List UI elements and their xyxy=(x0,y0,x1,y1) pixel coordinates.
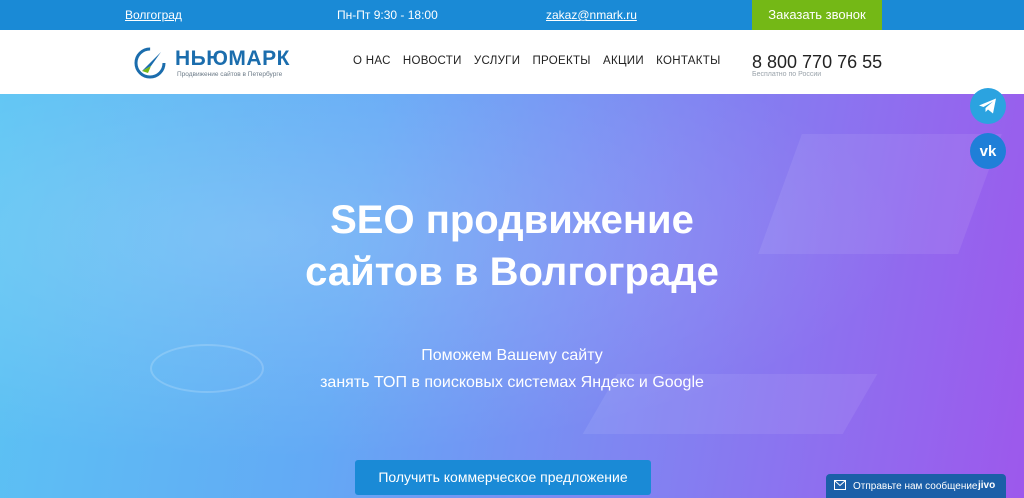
hero-banner: SEO продвижение сайтов в Волгограде Помо… xyxy=(0,94,1024,498)
hero-subtitle: Поможем Вашему сайту занять ТОП в поиско… xyxy=(0,342,1024,396)
logo-name: НЬЮМАРК xyxy=(175,47,290,70)
logo-tagline: Продвижение сайтов в Петербурге xyxy=(177,71,283,78)
vk-button[interactable]: vk xyxy=(970,133,1006,169)
telegram-button[interactable] xyxy=(970,88,1006,124)
hero-subtitle-line: Поможем Вашему сайту xyxy=(421,347,603,364)
hero-title-line: SEO продвижение xyxy=(330,198,694,242)
callback-button[interactable]: Заказать звонок xyxy=(752,0,882,30)
hero-subtitle-line: занять ТОП в поисковых системах Яндекс и… xyxy=(320,374,704,391)
chat-widget[interactable]: Отправьте нам сообщение jivo xyxy=(826,474,1006,498)
hero-title: SEO продвижение сайтов в Волгограде xyxy=(0,194,1024,298)
envelope-icon xyxy=(834,480,846,490)
chat-label: Отправьте нам сообщение xyxy=(853,481,978,492)
nav-contacts[interactable]: КОНТАКТЫ xyxy=(656,55,720,67)
city-selector[interactable]: Волгоград xyxy=(125,8,182,22)
vk-icon: vk xyxy=(980,143,997,160)
nav-news[interactable]: НОВОСТИ xyxy=(403,55,462,67)
chat-brand: jivo xyxy=(978,480,996,491)
logo-icon xyxy=(134,47,166,79)
nav-services[interactable]: УСЛУГИ xyxy=(474,55,520,67)
svg-text:vk: vk xyxy=(980,143,997,160)
logo[interactable]: НЬЮМАРК Продвижение сайтов в Петербурге xyxy=(133,44,313,84)
email-link[interactable]: zakaz@nmark.ru xyxy=(546,8,637,22)
commercial-offer-button[interactable]: Получить коммерческое предложение xyxy=(355,460,651,495)
telegram-icon xyxy=(979,98,996,114)
main-nav: О НАС НОВОСТИ УСЛУГИ ПРОЕКТЫ АКЦИИ КОНТА… xyxy=(353,55,730,67)
nav-about[interactable]: О НАС xyxy=(353,55,391,67)
hero-title-line: сайтов в Волгограде xyxy=(305,250,719,294)
phone-note: Бесплатно по России xyxy=(752,71,822,78)
nav-promotions[interactable]: АКЦИИ xyxy=(603,55,644,67)
nav-projects[interactable]: ПРОЕКТЫ xyxy=(532,55,590,67)
top-bar: Волгоград Пн-Пт 9:30 - 18:00 zakaz@nmark… xyxy=(0,0,1024,30)
working-hours: Пн-Пт 9:30 - 18:00 xyxy=(337,8,438,22)
phone-number[interactable]: 8 800 770 76 55 xyxy=(752,52,882,73)
site-header: НЬЮМАРК Продвижение сайтов в Петербурге … xyxy=(0,30,1024,94)
